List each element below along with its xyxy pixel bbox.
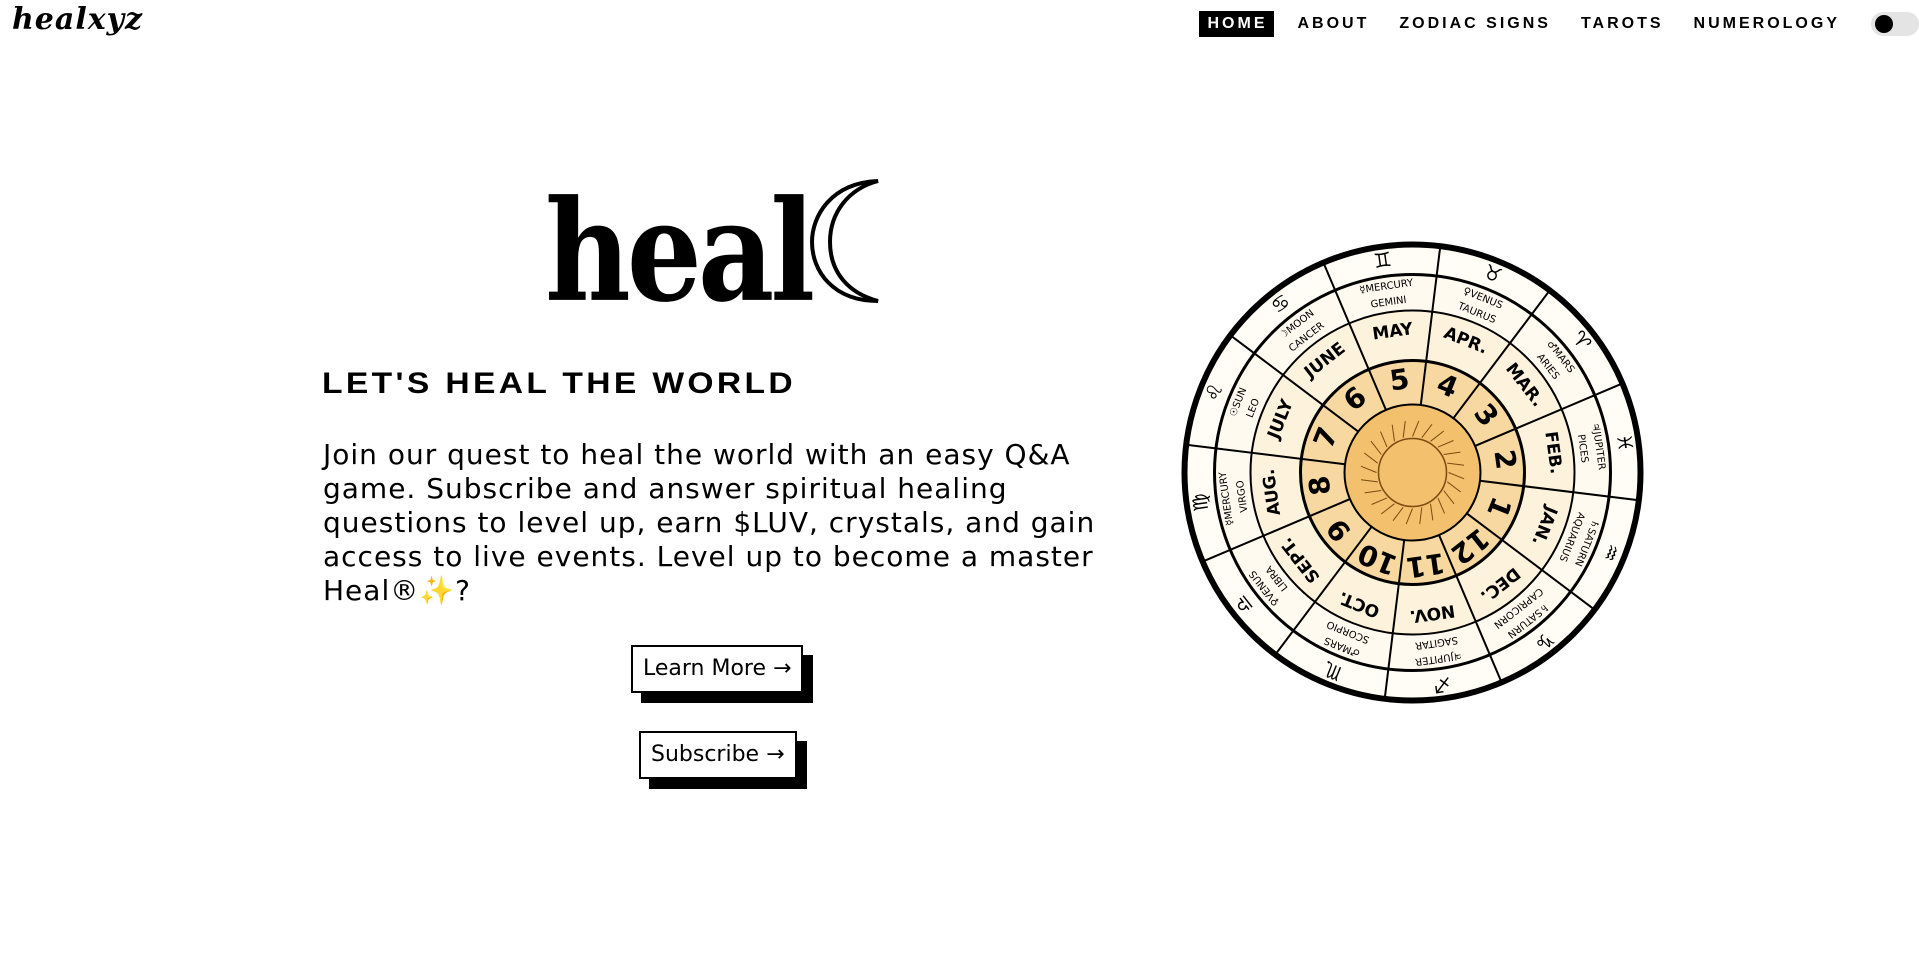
subscribe-wrap: Subscribe → bbox=[639, 731, 807, 789]
nav-tarots[interactable]: TAROTS bbox=[1572, 11, 1670, 37]
zodiac-symbol: ♊ bbox=[1372, 247, 1393, 273]
hero-intro: Join our quest to heal the world with an… bbox=[323, 438, 1113, 608]
wheel-center bbox=[1343, 403, 1482, 542]
intro-end: ? bbox=[455, 574, 471, 607]
number-label: 11 bbox=[1404, 546, 1447, 584]
wordmark-text: heal bbox=[545, 168, 815, 333]
nav-about[interactable]: ABOUT bbox=[1289, 11, 1376, 37]
crescent-moon-icon bbox=[809, 179, 879, 303]
zodiac-wheel-image: ♒♄SATURNAQUARIUSJAN.1♓♃JUPITERPICESFEB.2… bbox=[1181, 241, 1644, 704]
nav-numerology[interactable]: NUMEROLOGY bbox=[1685, 11, 1846, 37]
theme-toggle[interactable] bbox=[1871, 12, 1919, 36]
learn-more-wrap: Learn More → bbox=[631, 645, 814, 703]
zodiac-symbol: ♍ bbox=[1187, 492, 1213, 513]
sparkle-icon: ✨ bbox=[419, 574, 456, 607]
zodiac-symbol: ♐ bbox=[1432, 672, 1453, 698]
learn-more-button[interactable]: Learn More → bbox=[631, 645, 804, 693]
nav-zodiac-signs[interactable]: ZODIAC SIGNS bbox=[1390, 11, 1557, 37]
hero-wordmark: heal bbox=[545, 163, 885, 333]
zodiac-symbol: ♓ bbox=[1612, 432, 1638, 453]
toggle-knob bbox=[1875, 15, 1893, 33]
main-nav: HOME ABOUT ZODIAC SIGNS TAROTS NUMEROLOG… bbox=[1198, 11, 1919, 37]
subscribe-button[interactable]: Subscribe → bbox=[639, 731, 797, 779]
nav-home[interactable]: HOME bbox=[1198, 11, 1274, 37]
hero-tagline: LET'S HEAL THE WORLD bbox=[322, 367, 797, 400]
site-logo[interactable]: healxyz bbox=[12, 2, 143, 38]
